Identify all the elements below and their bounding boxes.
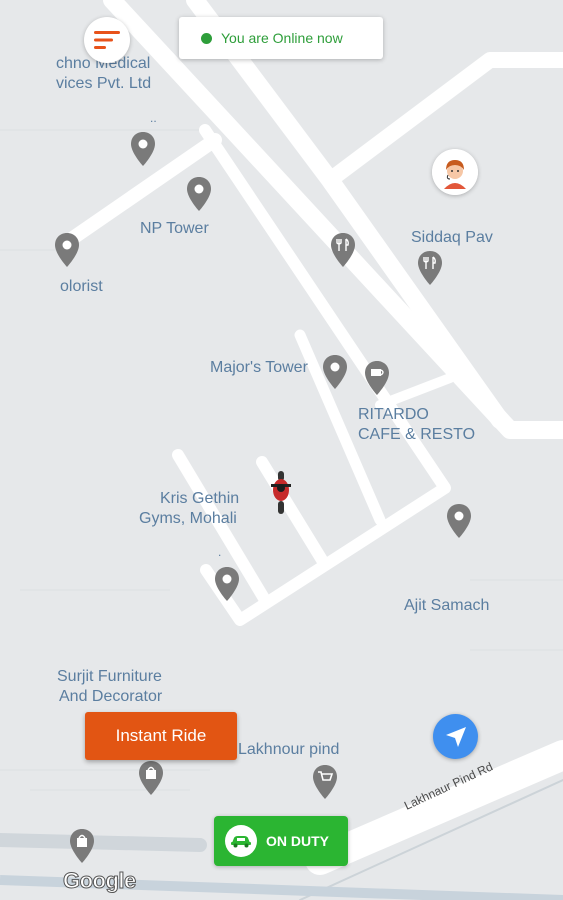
poi-label-surjit-2: And Decorator xyxy=(59,688,163,705)
poi-label-lakhnour: Lakhnour pind xyxy=(238,741,340,758)
poi-label-siddaq: Siddaq Pav xyxy=(411,229,493,246)
duty-label: ON DUTY xyxy=(266,833,329,849)
map-pin-icon[interactable] xyxy=(186,176,212,212)
poi-label-surjit: Surjit Furniture xyxy=(57,668,162,685)
car-icon xyxy=(231,836,251,848)
driver-avatar-icon xyxy=(432,149,478,195)
map-view[interactable]: chno Medical vices Pvt. Ltd .. NP Tower … xyxy=(0,0,563,900)
my-location-button[interactable] xyxy=(433,714,478,759)
online-status-banner: You are Online now xyxy=(179,17,383,59)
motorbike-icon xyxy=(271,471,291,514)
map-pin-icon[interactable] xyxy=(322,354,348,390)
poi-label-ritardo-2: CAFE & RESTO xyxy=(358,426,476,443)
on-duty-toggle[interactable]: ON DUTY xyxy=(214,816,348,866)
poi-label-olorist: olorist xyxy=(60,278,103,295)
shopping-bag-pin-icon[interactable] xyxy=(138,760,164,796)
poi-label-majors-tower: Major's Tower xyxy=(210,359,308,376)
navigation-arrow-icon xyxy=(445,726,466,747)
poi-label-dots: .. xyxy=(150,111,157,125)
cafe-pin-icon[interactable] xyxy=(364,360,390,396)
poi-label-dot: . xyxy=(218,545,222,559)
map-pin-icon[interactable] xyxy=(130,131,156,167)
restaurant-pin-icon[interactable] xyxy=(417,250,443,286)
poi-label-kris: Kris Gethin xyxy=(160,490,240,507)
status-text: You are Online now xyxy=(221,30,343,46)
restaurant-pin-icon[interactable] xyxy=(330,232,356,268)
shopping-cart-pin-icon[interactable] xyxy=(312,764,338,800)
poi-label-ajit: Ajit Samach xyxy=(404,597,490,614)
menu-button[interactable] xyxy=(84,17,130,63)
poi-label-np-tower: NP Tower xyxy=(140,220,209,237)
duty-icon-holder xyxy=(225,825,257,857)
driver-avatar[interactable] xyxy=(432,149,478,195)
instant-ride-button[interactable]: Instant Ride xyxy=(85,712,237,760)
google-logo: Google xyxy=(63,868,137,894)
shopping-bag-pin-icon[interactable] xyxy=(69,828,95,864)
map-pin-icon[interactable] xyxy=(214,566,240,602)
status-dot xyxy=(201,32,212,44)
poi-label-medical-2: vices Pvt. Ltd xyxy=(56,75,152,92)
hamburger-menu-icon xyxy=(94,31,120,49)
poi-label-ritardo: RITARDO xyxy=(358,406,429,423)
map-pin-icon[interactable] xyxy=(54,232,80,268)
poi-label-kris-2: Gyms, Mohali xyxy=(139,510,237,527)
map-pin-icon[interactable] xyxy=(446,503,472,539)
